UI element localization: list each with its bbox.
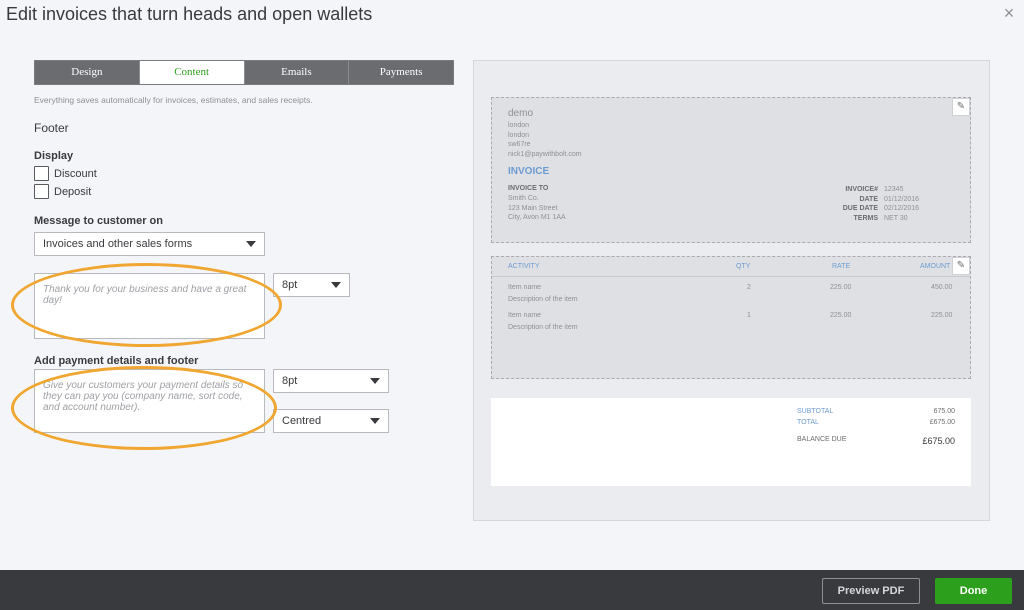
meta-key: DATE: [859, 195, 878, 203]
col-activity: ACTIVITY: [508, 263, 540, 270]
meta-row: INVOICE# 12345: [822, 185, 952, 195]
payment-font-size-select[interactable]: 8pt: [273, 369, 389, 393]
message-form-value: Invoices and other sales forms: [43, 238, 193, 250]
message-label: Message to customer on: [34, 215, 163, 227]
message-font-size-value: 8pt: [282, 279, 298, 291]
done-button[interactable]: Done: [935, 578, 1012, 604]
discount-checkbox[interactable]: [34, 166, 49, 181]
address-line: london: [508, 131, 530, 139]
meta-key: TERMS: [853, 214, 879, 222]
item-amount: 225.00: [931, 312, 953, 319]
pencil-icon[interactable]: ✎: [952, 98, 970, 116]
meta-value: 02/12/2016: [884, 205, 920, 212]
invoice-to-label: INVOICE TO: [508, 185, 549, 192]
payment-alignment-select[interactable]: Centred: [273, 409, 389, 433]
meta-row: TERMS NET 30: [822, 214, 952, 224]
company-name: demo: [508, 108, 534, 119]
preview-header-panel[interactable]: demo london london sw67re nick1@paywithb…: [491, 97, 971, 243]
total-label: TOTAL: [797, 419, 819, 426]
item-desc: Description of the item: [508, 296, 578, 303]
tab-design[interactable]: Design: [35, 61, 140, 84]
pencil-icon[interactable]: ✎: [952, 257, 970, 275]
item-desc: Description of the item: [508, 324, 578, 331]
balance-label: BALANCE DUE: [797, 436, 847, 443]
invoice-title: INVOICE: [508, 166, 550, 177]
deposit-label: Deposit: [54, 185, 92, 198]
total-value: £675.00: [929, 419, 955, 426]
deposit-checkbox[interactable]: [34, 184, 49, 199]
message-textarea[interactable]: [34, 273, 265, 339]
meta-value: NET 30: [884, 214, 908, 222]
payment-alignment-value: Centred: [282, 415, 322, 427]
invoice-meta: INVOICE# 12345 DATE 01/12/2016 DUE DATE 02/…: [822, 185, 952, 223]
col-rate: RATE: [832, 263, 851, 270]
message-font-size-select[interactable]: 8pt: [273, 273, 350, 297]
discount-checkbox-row[interactable]: Discount: [34, 166, 97, 181]
meta-key: DUE DATE: [842, 205, 878, 212]
chevron-down-icon: [370, 378, 380, 384]
items-table-header: ACTIVITY QTY RATE AMOUNT: [492, 257, 970, 277]
invoice-to-line: City, Avon M1 1AA: [508, 214, 566, 221]
preview-totals: SUBTOTAL 675.00 TOTAL £675.00 BALANCE DU…: [491, 398, 971, 486]
chevron-down-icon: [331, 282, 341, 288]
tab-bar: Design Content Emails Payments: [34, 60, 454, 85]
invoice-to-line: Smith Co.: [508, 195, 539, 202]
autosave-hint: Everything saves automatically for invoi…: [34, 95, 313, 105]
payment-font-size-value: 8pt: [282, 375, 298, 387]
item-qty: 2: [747, 284, 751, 291]
balance-value: £675.00: [922, 436, 955, 446]
item-name: Item name: [508, 312, 542, 319]
meta-value: 01/12/2016: [884, 195, 920, 203]
subtotal-label: SUBTOTAL: [797, 408, 834, 415]
meta-row: DUE DATE 02/12/2016: [822, 204, 952, 214]
address-line: nick1@paywithbolt.com: [508, 150, 582, 158]
preview-items-panel[interactable]: ACTIVITY QTY RATE AMOUNT Item name Descr…: [491, 256, 971, 379]
chevron-down-icon: [246, 241, 256, 247]
message-form-select[interactable]: Invoices and other sales forms: [34, 232, 265, 256]
tab-content[interactable]: Content: [139, 61, 245, 84]
item-amount: 450.00: [931, 284, 953, 291]
item-rate: 225.00: [830, 312, 852, 319]
payment-details-label: Add payment details and footer: [34, 355, 199, 367]
tab-payments[interactable]: Payments: [349, 61, 453, 84]
col-qty: QTY: [736, 263, 751, 270]
display-label: Display: [34, 150, 74, 162]
company-address: london london sw67re nick1@paywithbolt.c…: [508, 121, 582, 159]
item-name: Item name: [508, 284, 542, 291]
subtotal-value: 675.00: [933, 408, 955, 415]
item-qty: 1: [747, 312, 751, 319]
meta-value: 12345: [884, 186, 904, 193]
subtotal-row: SUBTOTAL 675.00: [797, 408, 955, 415]
close-icon[interactable]: ×: [1000, 4, 1018, 22]
tab-emails[interactable]: Emails: [244, 61, 350, 84]
col-amount: AMOUNT: [920, 263, 951, 270]
invoice-to: Smith Co. 123 Main Street City, Avon M1 …: [508, 194, 566, 223]
address-line: sw67re: [508, 141, 531, 148]
section-title: Footer: [34, 121, 69, 135]
address-line: london: [508, 122, 530, 129]
payment-details-textarea[interactable]: [34, 369, 265, 433]
item-rate: 225.00: [830, 284, 852, 291]
page-title: Edit invoices that turn heads and open w…: [6, 4, 373, 24]
total-row: TOTAL £675.00: [797, 419, 955, 426]
meta-key: INVOICE#: [845, 186, 878, 193]
discount-label: Discount: [54, 167, 97, 180]
invoice-to-line: 123 Main Street: [508, 204, 558, 212]
deposit-checkbox-row[interactable]: Deposit: [34, 184, 91, 199]
preview-pdf-button[interactable]: Preview PDF: [822, 578, 920, 604]
chevron-down-icon: [370, 418, 380, 424]
meta-row: DATE 01/12/2016: [822, 195, 952, 205]
balance-row: BALANCE DUE £675.00: [797, 436, 955, 446]
